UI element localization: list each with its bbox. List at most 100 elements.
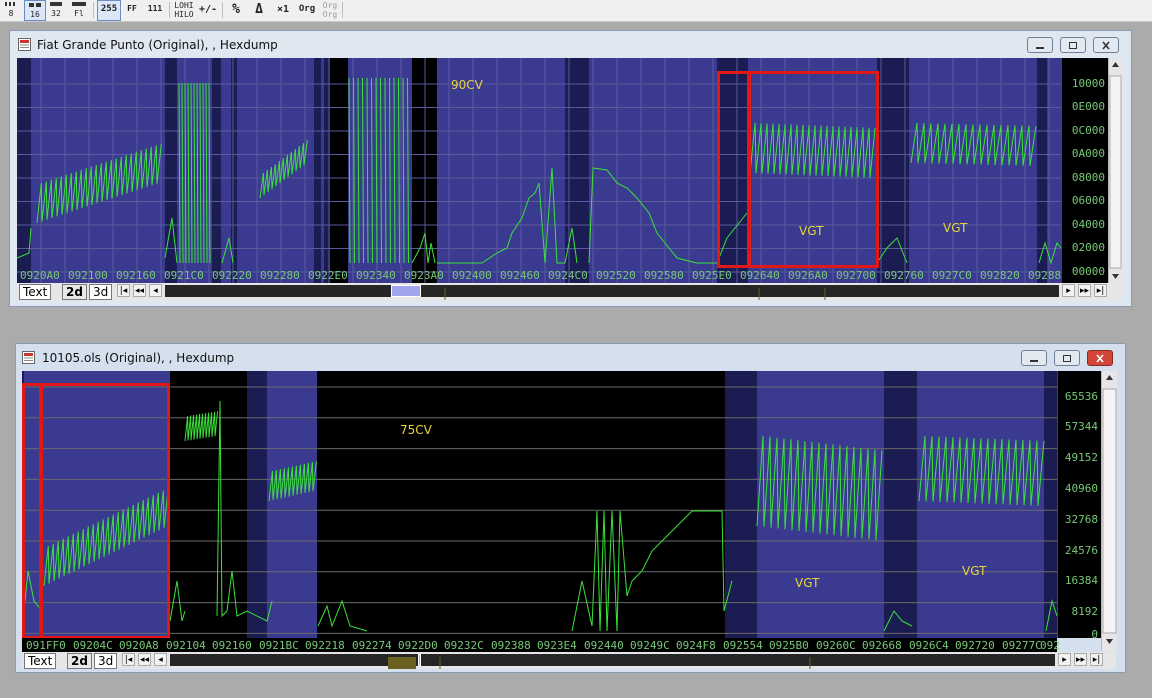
bits-32-button[interactable]: 32 (46, 0, 66, 19)
map-region (909, 58, 1037, 283)
x-tick-label: 0921BC (259, 639, 299, 652)
next-button[interactable]: ▸ (1062, 284, 1075, 297)
map-plot-2-canvas[interactable] (22, 371, 1057, 638)
tab-3d[interactable]: 3d (89, 284, 113, 300)
map-region (877, 58, 909, 283)
annotation-label: VGT (943, 221, 968, 235)
map-plot-1[interactable]: 90CV VGT VGT (17, 58, 1061, 283)
x-tick-label: 09232C (444, 639, 484, 652)
x-tick-label: 09204C (73, 639, 113, 652)
vertical-scrollbar[interactable] (1101, 371, 1117, 651)
x-tick-label: 092160 (212, 639, 252, 652)
last-page-button[interactable]: ▸| (1090, 653, 1103, 666)
sign-button[interactable]: +/- (198, 0, 218, 19)
y-tick-label: 40960 (1064, 482, 1098, 495)
minimize-button[interactable] (1027, 37, 1053, 53)
binary-button[interactable]: 111 (144, 0, 166, 19)
x-tick-label: 092760 (884, 269, 924, 282)
window-1-title: Fiat Grande Punto (Original), , Hexdump (37, 38, 278, 52)
map-region (1044, 371, 1057, 638)
x-tick-label: 092720 (955, 639, 995, 652)
x-tick-label: 09260C (816, 639, 856, 652)
map-plot-2[interactable]: 75CV VGT VGT (22, 371, 1057, 638)
delta-button[interactable]: Δ (249, 0, 269, 19)
last-page-button[interactable]: ▸| (1094, 284, 1107, 297)
y-tick-label: 0A000 (1071, 147, 1105, 160)
tab-2d[interactable]: 2d (62, 284, 87, 300)
prev-button[interactable]: ◂ (149, 284, 162, 297)
maximize-button[interactable] (1054, 350, 1080, 366)
horizontal-scrollbar[interactable] (170, 654, 1055, 669)
x-tick-label: 09249C (630, 639, 670, 652)
next-button[interactable]: ▸ (1058, 653, 1071, 666)
x-tick-label: 0921C0 (164, 269, 204, 282)
original-diff-button[interactable]: Org Org (320, 0, 340, 20)
x-tick-label: 0924C0 (548, 269, 588, 282)
horizontal-scrollbar[interactable] (165, 285, 1059, 300)
y-tick-label: 16384 (1064, 574, 1098, 587)
percent-button[interactable]: % (226, 0, 246, 19)
scroll-thumb[interactable] (391, 285, 421, 297)
y-tick-label: 02000 (1071, 241, 1105, 254)
next-page-button[interactable]: ▸▸ (1074, 653, 1087, 666)
map-region (757, 371, 884, 638)
annotation-label: 75CV (400, 423, 432, 437)
close-button[interactable] (1093, 37, 1119, 53)
prev-page-button[interactable]: ◂◂ (133, 284, 146, 297)
hex-ff-button[interactable]: FF (122, 0, 142, 19)
scroll-track (388, 657, 811, 669)
x-tick-label: 092388 (491, 639, 531, 652)
first-page-button[interactable]: |◂ (122, 653, 135, 666)
minimize-button[interactable] (1021, 350, 1047, 366)
view-tab-bar: Text 2d 3d |◂ ◂◂ ◂ ▸ ▸▸ ▸| (22, 652, 1116, 669)
hexdump-window-1: Fiat Grande Punto (Original), , Hexdump … (9, 30, 1132, 307)
y-tick-label: 24576 (1064, 544, 1098, 557)
tab-2d[interactable]: 2d (67, 653, 92, 669)
tab-3d[interactable]: 3d (94, 653, 118, 669)
x-tick-label: 092220 (212, 269, 252, 282)
lohi-hilo-button[interactable]: LOHI HILO (172, 0, 196, 20)
maximize-button[interactable] (1060, 37, 1086, 53)
prev-page-button[interactable]: ◂◂ (138, 653, 151, 666)
x-tick-label: 092100 (68, 269, 108, 282)
bits-8-button[interactable]: 8 (2, 0, 20, 19)
view-tab-bar: Text 2d 3d |◂ ◂◂ ◂ ▸ ▸▸ ▸| (17, 283, 1121, 300)
range-255-button[interactable]: 255 (97, 0, 121, 21)
x-tick-label: 092104 (166, 639, 206, 652)
x-tick-label: 0922E0 (308, 269, 348, 282)
tab-text[interactable]: Text (19, 284, 52, 300)
original-button[interactable]: Org (296, 0, 318, 19)
x-tick-label: 0925B0 (769, 639, 809, 652)
tab-text[interactable]: Text (24, 653, 57, 669)
map-region (314, 58, 321, 283)
x-tick-label: 092460 (500, 269, 540, 282)
first-page-button[interactable]: |◂ (117, 284, 130, 297)
window-1-titlebar[interactable]: Fiat Grande Punto (Original), , Hexdump (10, 31, 1131, 57)
window-2-titlebar[interactable]: 10105.ols (Original), , Hexdump (16, 344, 1125, 370)
map-region (231, 58, 237, 283)
x-tick-label: 091FF0 (26, 639, 66, 652)
vertical-scrollbar[interactable] (1108, 58, 1122, 283)
y-tick-label: 8192 (1071, 605, 1099, 618)
x-tick-label: 092554 (723, 639, 763, 652)
y-tick-label: 06000 (1071, 194, 1105, 207)
factor-button[interactable]: ×1 (271, 0, 295, 19)
window-2-title: 10105.ols (Original), , Hexdump (42, 351, 235, 365)
x-tick-label: 0927C0 (932, 269, 972, 282)
scroll-arrows-icon (1109, 62, 1122, 279)
map-plot-1-canvas[interactable] (17, 58, 1061, 283)
scroll-thumb[interactable] (418, 654, 421, 666)
y-tick-label: 49152 (1064, 451, 1098, 464)
x-axis-2: 091FF0 09204C 0920A8 092104 092160 0921B… (22, 638, 1060, 652)
map-region (42, 371, 170, 638)
float-button[interactable]: Fl (68, 0, 90, 19)
map-region (917, 371, 1044, 638)
prev-button[interactable]: ◂ (154, 653, 167, 666)
y-axis-1: 10000 0E000 0C000 0A000 08000 06000 0400… (1061, 58, 1109, 283)
bits-8-icon (5, 2, 15, 6)
bits-16-button[interactable]: 16 (24, 0, 46, 21)
float-icon (72, 2, 86, 6)
next-page-button[interactable]: ▸▸ (1078, 284, 1091, 297)
close-button[interactable] (1087, 350, 1113, 366)
x-tick-label: 092 (1040, 639, 1060, 652)
